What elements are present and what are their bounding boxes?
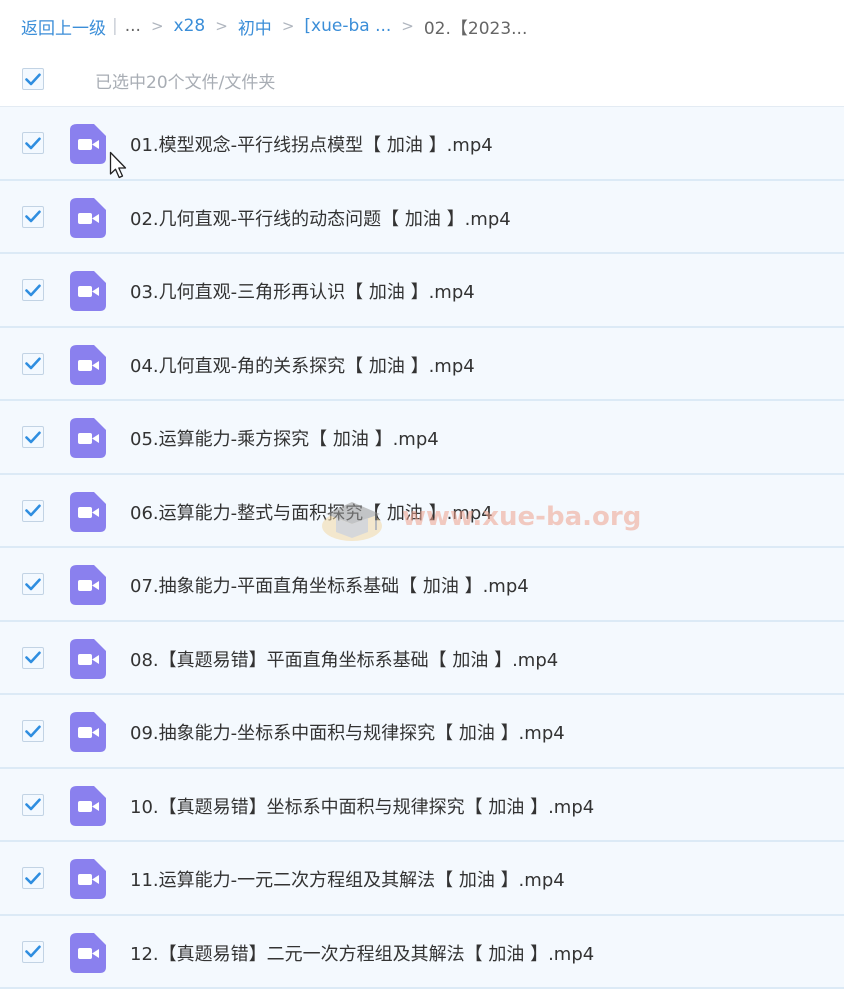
file-checkbox[interactable] bbox=[22, 647, 44, 669]
checkmark-icon bbox=[25, 504, 41, 517]
file-name: 02.几何直观-平行线的动态问题【 加油 】.mp4 bbox=[130, 205, 511, 231]
video-file-icon bbox=[70, 492, 106, 532]
file-row[interactable]: 07.抽象能力-平面直角坐标系基础【 加油 】.mp4 bbox=[0, 548, 844, 622]
breadcrumb-ellipsis[interactable]: ... bbox=[125, 16, 141, 36]
video-file-icon bbox=[70, 198, 106, 238]
checkmark-icon bbox=[25, 73, 41, 86]
breadcrumb-arrow: > bbox=[151, 17, 164, 35]
file-row[interactable]: 05.运算能力-乘方探究【 加油 】.mp4 bbox=[0, 401, 844, 475]
file-name: 05.运算能力-乘方探究【 加油 】.mp4 bbox=[130, 425, 439, 451]
video-file-icon bbox=[70, 712, 106, 752]
file-checkbox[interactable] bbox=[22, 794, 44, 816]
file-checkbox[interactable] bbox=[22, 426, 44, 448]
select-all-checkbox[interactable] bbox=[22, 68, 44, 90]
breadcrumb-arrow: > bbox=[215, 17, 228, 35]
file-name: 06.运算能力-整式与面积探究【 加油 】.mp4 bbox=[130, 499, 493, 525]
file-row[interactable]: 01.模型观念-平行线拐点模型【 加油 】.mp4 bbox=[0, 107, 844, 181]
file-row[interactable]: 08.【真题易错】平面直角坐标系基础【 加油 】.mp4 bbox=[0, 622, 844, 696]
breadcrumb-arrow: > bbox=[282, 17, 295, 35]
file-row[interactable]: 04.几何直观-角的关系探究【 加油 】.mp4 bbox=[0, 328, 844, 402]
video-file-icon bbox=[70, 345, 106, 385]
video-file-icon bbox=[70, 565, 106, 605]
file-name: 08.【真题易错】平面直角坐标系基础【 加油 】.mp4 bbox=[130, 646, 558, 672]
file-checkbox[interactable] bbox=[22, 867, 44, 889]
checkmark-icon bbox=[25, 872, 41, 885]
file-checkbox[interactable] bbox=[22, 720, 44, 742]
breadcrumb-link-junior[interactable]: 初中 bbox=[238, 14, 272, 39]
video-file-icon bbox=[70, 124, 106, 164]
video-file-icon bbox=[70, 933, 106, 973]
selection-count: 已选中20个文件/文件夹 bbox=[95, 68, 275, 93]
file-name: 09.抽象能力-坐标系中面积与规律探究【 加油 】.mp4 bbox=[130, 719, 565, 745]
file-name: 01.模型观念-平行线拐点模型【 加油 】.mp4 bbox=[130, 131, 493, 157]
file-list: 01.模型观念-平行线拐点模型【 加油 】.mp4 02.几何直观-平行线的动态… bbox=[0, 107, 844, 989]
file-name: 10.【真题易错】坐标系中面积与规律探究【 加油 】.mp4 bbox=[130, 793, 594, 819]
file-checkbox[interactable] bbox=[22, 941, 44, 963]
file-name: 07.抽象能力-平面直角坐标系基础【 加油 】.mp4 bbox=[130, 572, 529, 598]
file-name: 04.几何直观-角的关系探究【 加油 】.mp4 bbox=[130, 352, 475, 378]
file-checkbox[interactable] bbox=[22, 500, 44, 522]
breadcrumb-current: 02.【2023... bbox=[424, 14, 528, 39]
checkmark-icon bbox=[25, 578, 41, 591]
file-name: 03.几何直观-三角形再认识【 加油 】.mp4 bbox=[130, 278, 475, 304]
video-file-icon bbox=[70, 859, 106, 899]
checkmark-icon bbox=[25, 725, 41, 738]
file-checkbox[interactable] bbox=[22, 573, 44, 595]
breadcrumb-link-x28[interactable]: x28 bbox=[174, 16, 206, 36]
back-link[interactable]: 返回上一级 bbox=[21, 14, 106, 39]
file-row[interactable]: 09.抽象能力-坐标系中面积与规律探究【 加油 】.mp4 bbox=[0, 695, 844, 769]
breadcrumb-arrow: > bbox=[401, 17, 414, 35]
selection-bar: 已选中20个文件/文件夹 bbox=[0, 52, 844, 107]
file-row[interactable]: 06.运算能力-整式与面积探究【 加油 】.mp4 bbox=[0, 475, 844, 549]
video-file-icon bbox=[70, 418, 106, 458]
file-row[interactable]: 02.几何直观-平行线的动态问题【 加油 】.mp4 bbox=[0, 181, 844, 255]
video-file-icon bbox=[70, 786, 106, 826]
file-checkbox[interactable] bbox=[22, 132, 44, 154]
checkmark-icon bbox=[25, 137, 41, 150]
checkmark-icon bbox=[25, 357, 41, 370]
file-row[interactable]: 10.【真题易错】坐标系中面积与规律探究【 加油 】.mp4 bbox=[0, 769, 844, 843]
file-name: 11.运算能力-一元二次方程组及其解法【 加油 】.mp4 bbox=[130, 866, 565, 892]
checkmark-icon bbox=[25, 945, 41, 958]
checkmark-icon bbox=[25, 284, 41, 297]
file-name: 12.【真题易错】二元一次方程组及其解法【 加油 】.mp4 bbox=[130, 940, 594, 966]
file-row[interactable]: 11.运算能力-一元二次方程组及其解法【 加油 】.mp4 bbox=[0, 842, 844, 916]
video-file-icon bbox=[70, 639, 106, 679]
breadcrumb-divider: | bbox=[112, 16, 118, 36]
file-checkbox[interactable] bbox=[22, 206, 44, 228]
file-row[interactable]: 12.【真题易错】二元一次方程组及其解法【 加油 】.mp4 bbox=[0, 916, 844, 989]
breadcrumb: 返回上一级 | ... > x28 > 初中 > [xue-ba ... > 0… bbox=[0, 0, 844, 52]
breadcrumb-link-xue-ba[interactable]: [xue-ba ... bbox=[304, 16, 391, 36]
video-file-icon bbox=[70, 271, 106, 311]
checkmark-icon bbox=[25, 651, 41, 664]
file-row[interactable]: 03.几何直观-三角形再认识【 加油 】.mp4 bbox=[0, 254, 844, 328]
file-checkbox[interactable] bbox=[22, 279, 44, 301]
checkmark-icon bbox=[25, 431, 41, 444]
checkmark-icon bbox=[25, 798, 41, 811]
file-checkbox[interactable] bbox=[22, 353, 44, 375]
checkmark-icon bbox=[25, 210, 41, 223]
